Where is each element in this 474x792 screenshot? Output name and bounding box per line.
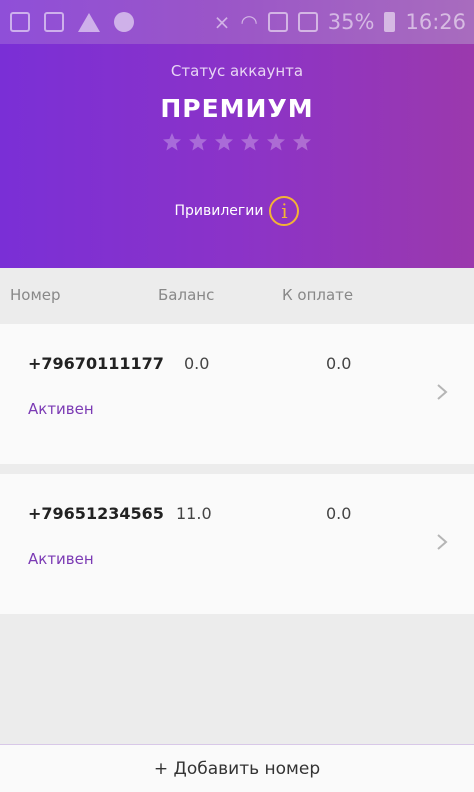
add-number-button[interactable]: + Добавить номер: [154, 759, 320, 779]
table-row[interactable]: +79651234565 11.0 0.0 Активен: [0, 474, 474, 614]
phone-number: +79651234565: [28, 504, 164, 523]
sim-card-icon: [267, 12, 288, 32]
due-value: 0.0: [326, 504, 352, 523]
due-value: 0.0: [326, 354, 352, 373]
status-badge: Активен: [28, 550, 94, 568]
signal-icon: [297, 12, 318, 32]
account-status-value: ПРЕМИУМ: [160, 94, 314, 123]
battery-percent: 35%: [327, 10, 375, 34]
column-header-due: К оплате: [282, 286, 354, 304]
balance-value: 11.0: [176, 504, 212, 523]
status-badge: Активен: [28, 400, 94, 418]
star-icon: [267, 133, 285, 151]
account-header: Статус аккаунта ПРЕМИУМ Привилегии i: [0, 44, 474, 268]
mute-icon: ⨯: [213, 10, 231, 34]
clock: 16:26: [405, 10, 466, 34]
chevron-right-icon[interactable]: [432, 532, 452, 552]
star-icon: [215, 133, 233, 151]
star-icon: [189, 133, 207, 151]
star-icon: [163, 133, 181, 151]
table-header: Номер Баланс К оплате: [0, 268, 474, 324]
battery-icon: [384, 12, 396, 32]
info-icon[interactable]: i: [269, 196, 300, 226]
notification-icon: [10, 12, 30, 32]
star-icon: [241, 133, 259, 151]
wifi-icon: ◠: [240, 10, 258, 34]
column-header-number: Номер: [10, 286, 61, 304]
balance-value: 0.0: [184, 354, 210, 373]
screen: ⨯ ◠ 35% 16:26 Статус аккаунта ПРЕМИУМ Пр…: [0, 0, 474, 792]
column-header-balance: Баланс: [158, 286, 215, 304]
warning-icon: [78, 12, 100, 32]
star-icon: [293, 133, 311, 151]
location-icon: [114, 12, 134, 32]
account-status-label: Статус аккаунта: [170, 62, 304, 80]
privileges-link[interactable]: Привилегии i: [0, 196, 474, 226]
status-bar-left: [0, 12, 134, 32]
privileges-label: Привилегии: [174, 203, 264, 219]
sim-icon: [44, 12, 64, 32]
rating-stars: [0, 132, 474, 152]
footer: + Добавить номер: [0, 744, 474, 792]
phone-number: +79670111177: [28, 354, 164, 373]
status-bar: ⨯ ◠ 35% 16:26: [0, 0, 474, 44]
chevron-right-icon[interactable]: [432, 382, 452, 402]
status-bar-right: ⨯ ◠ 35% 16:26: [214, 10, 474, 34]
table-row[interactable]: +79670111177 0.0 0.0 Активен: [0, 324, 474, 464]
